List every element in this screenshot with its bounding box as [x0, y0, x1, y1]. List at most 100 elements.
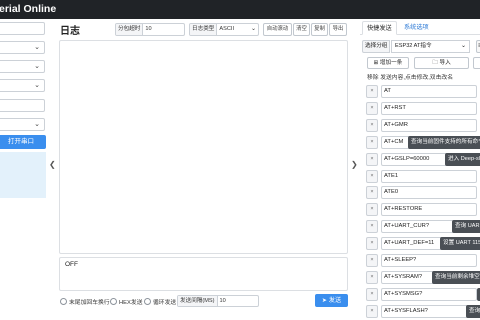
- log-output[interactable]: [59, 40, 348, 254]
- loop-send-label: 循环发送: [153, 300, 177, 306]
- left-config-panel: ⌄ ⌄ ⌄ ⌄ 打开串口: [0, 19, 46, 320]
- remove-command-button[interactable]: ×: [366, 135, 378, 149]
- append-crlf-checkbox[interactable]: 末尾加回车换行: [60, 297, 110, 306]
- command-row: × AT+UART_DEF=11 设置 UART 115: [366, 237, 480, 251]
- command-send-button[interactable]: AT: [381, 85, 477, 98]
- command-row: ×AT+SYSMSG?查询: [366, 287, 480, 301]
- command-send-button[interactable]: AT+SYSFLASH?: [381, 304, 477, 318]
- send-interval-control[interactable]: 发送间隔(MS) 10: [177, 295, 259, 307]
- folder-icon: 🗀: [432, 60, 438, 66]
- auto-scroll-button[interactable]: 自动滚动: [263, 23, 292, 36]
- command-row: × AT+UART_CUR? 查询 UAR: [366, 220, 480, 234]
- packet-timeout-label: 分包超时: [116, 24, 144, 35]
- packet-timeout-control[interactable]: 分包超时 10: [115, 23, 185, 36]
- log-type-control[interactable]: 日志类型 ASCII ⌄: [189, 23, 259, 36]
- command-send-button[interactable]: AT+SLEEP?: [381, 254, 477, 267]
- command-send-button[interactable]: AT+RST: [381, 101, 477, 115]
- copy-button[interactable]: 复制: [311, 23, 328, 36]
- group-value: ESP32 AT指令: [395, 43, 432, 49]
- command-row: ×AT+RESTORE恢复: [366, 203, 480, 217]
- chevron-down-icon: ⌄: [250, 26, 256, 32]
- command-description: 查询当前固件支持的所有命令: [408, 135, 480, 149]
- group-label: 选择分组: [362, 40, 391, 53]
- remove-command-button[interactable]: ×: [366, 101, 378, 115]
- quick-send-panel: 快捷发送 系统选项 选择分组 ESP32 AT指令 ⌄ ≡ ⊞ 增加一条 🗀 导入…: [360, 19, 480, 320]
- log-title: 日志: [60, 26, 80, 37]
- config-select-4[interactable]: ⌄: [0, 79, 45, 92]
- checkbox-icon: [60, 298, 67, 305]
- group-selector: 选择分组 ESP32 AT指令 ⌄ ≡: [362, 40, 480, 53]
- app-title: erial Online: [0, 3, 57, 15]
- config-field-5[interactable]: [0, 99, 45, 112]
- packet-timeout-input[interactable]: 10: [143, 24, 153, 35]
- open-port-button[interactable]: 打开串口: [0, 135, 46, 149]
- config-select-3[interactable]: ⌄: [0, 60, 45, 73]
- command-description: 查询 UAR: [452, 220, 480, 234]
- send-button-label: 发送: [328, 297, 342, 304]
- chevron-down-icon: ⌄: [34, 44, 40, 51]
- checkbox-icon: [110, 298, 117, 305]
- clear-button[interactable]: 清空: [293, 23, 310, 36]
- command-send-button[interactable]: AT+SYSMSG?: [381, 287, 477, 301]
- panel-tabs: 快捷发送 系统选项: [360, 21, 480, 35]
- remove-command-button[interactable]: ×: [366, 287, 378, 301]
- remove-command-button[interactable]: ×: [366, 85, 378, 98]
- group-select[interactable]: ESP32 AT指令 ⌄: [391, 40, 470, 53]
- collapse-left-icon[interactable]: ❮: [49, 160, 56, 169]
- command-row: ×ATE0关: [366, 186, 480, 200]
- remove-command-button[interactable]: ×: [366, 270, 378, 284]
- command-description: 设置 UART 115: [440, 237, 480, 251]
- hex-send-label: HEX发送: [119, 300, 143, 306]
- config-select-6[interactable]: ⌄: [0, 118, 45, 131]
- command-row: ×ATE1开: [366, 169, 480, 183]
- send-icon: ➤: [321, 297, 329, 304]
- remove-command-button[interactable]: ×: [366, 203, 378, 217]
- command-send-button[interactable]: ATE1: [381, 169, 477, 183]
- remove-command-button[interactable]: ×: [366, 304, 378, 318]
- tab-system-options[interactable]: 系统选项: [400, 21, 433, 35]
- hex-send-checkbox[interactable]: HEX发送: [110, 297, 143, 306]
- command-description: 查询当前剩余堆空间: [432, 270, 480, 284]
- tab-quick-send[interactable]: 快捷发送: [362, 21, 397, 35]
- command-row: × AT: [366, 85, 480, 98]
- remove-command-button[interactable]: ×: [366, 254, 378, 267]
- command-row: ×AT+SLEEP?查: [366, 254, 480, 267]
- add-icon: ⊞: [373, 60, 379, 66]
- send-interval-input[interactable]: 10: [218, 296, 258, 306]
- remove-command-button[interactable]: ×: [366, 220, 378, 234]
- chevron-down-icon: ⌄: [34, 82, 40, 89]
- import-button[interactable]: 🗀 导入: [414, 57, 469, 69]
- send-options-row: 末尾加回车换行 HEX发送 循环发送 发送间隔(MS) 10 ➤ 发送: [59, 294, 349, 308]
- command-send-button[interactable]: AT+RESTORE: [381, 203, 477, 217]
- remove-command-button[interactable]: ×: [366, 152, 378, 166]
- send-button[interactable]: ➤ 发送: [315, 294, 348, 307]
- send-text-input[interactable]: OFF: [59, 257, 348, 291]
- command-list-header: 移除 发送内容,点击修改,双击改名: [367, 75, 453, 81]
- chevron-down-icon: ⌄: [460, 43, 466, 49]
- command-row: × AT+CM 查询当前固件支持的所有命令: [366, 135, 480, 149]
- config-select-2[interactable]: ⌄: [0, 41, 45, 54]
- config-field-1[interactable]: [0, 22, 45, 35]
- add-command-label: 增加一条: [379, 60, 403, 66]
- remove-command-button[interactable]: ×: [366, 186, 378, 200]
- collapse-right-icon[interactable]: ❯: [351, 160, 358, 169]
- command-send-button[interactable]: AT+GMR: [381, 118, 477, 132]
- remove-command-button[interactable]: ×: [366, 169, 378, 183]
- remove-command-button[interactable]: ×: [366, 237, 378, 251]
- log-type-select[interactable]: ASCII: [217, 24, 236, 35]
- loop-send-checkbox[interactable]: 循环发送: [144, 297, 176, 306]
- send-interval-label: 发送间隔(MS): [178, 296, 218, 306]
- command-row: ×AT+GSLP=60000进入 Deep-sleep: [366, 152, 480, 166]
- port-info-box: [0, 152, 46, 198]
- command-row: ×AT+SYSFLASH?查询 f: [366, 304, 480, 318]
- more-options-button[interactable]: [473, 57, 480, 69]
- chevron-down-icon: ⌄: [34, 63, 40, 70]
- import-label: 导入: [439, 60, 451, 66]
- group-more-button[interactable]: ≡: [476, 40, 480, 53]
- add-command-button[interactable]: ⊞ 增加一条: [367, 57, 409, 69]
- remove-command-button[interactable]: ×: [366, 118, 378, 132]
- command-row: ×AT+GMR查询版本: [366, 118, 480, 132]
- command-send-button[interactable]: ATE0: [381, 186, 477, 200]
- append-crlf-label: 末尾加回车换行: [69, 300, 110, 306]
- export-button[interactable]: 导出: [329, 23, 347, 36]
